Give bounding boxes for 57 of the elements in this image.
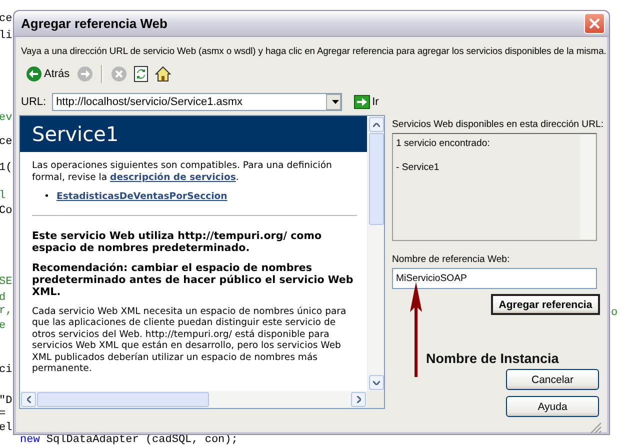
note-paragraph: Cada servicio Web XML necesita un espacio de nombres único para que las aplicaciones de cliente puedan distinguir este servicio de otros servicios del Web. http://tempuri.org/ está disponible para servicios Web XML que están en desarrollo, pero los servicios Web XML publicados deberían utilizar un espacio de nombres más permanente.	[32, 306, 348, 374]
dialog-button[interactable]: Cancelar	[506, 369, 599, 390]
arrow-left-icon	[26, 66, 42, 82]
refresh-icon	[134, 66, 148, 82]
service-list-item: 1 servicio encontrado:	[396, 138, 491, 150]
code-fragment: d	[0, 292, 6, 304]
note-paragraph: Recomendación: cambiar el espacio de nombres predeterminado antes de hacer público el servicio Web XML.	[32, 262, 354, 298]
services-label: Servicios Web disponibles en esta dirección URL:	[392, 119, 602, 130]
code-fragment: 1(	[0, 162, 12, 174]
add-reference-button[interactable]: Agregar referencia	[491, 294, 600, 315]
home-icon	[154, 66, 171, 82]
code-fragment: li	[0, 30, 12, 42]
service-heading: Service1	[20, 116, 367, 152]
refresh-button[interactable]	[132, 65, 149, 83]
code-fragment: o	[611, 307, 618, 319]
url-label: URL:	[21, 96, 46, 108]
dialog-button[interactable]: Ayuda	[506, 396, 599, 417]
chevron-right-icon	[356, 396, 360, 403]
chevron-left-icon	[26, 396, 30, 403]
code-fragment: ci	[0, 364, 12, 376]
stop-icon	[110, 66, 127, 82]
close-icon	[589, 18, 600, 29]
horizontal-scrollbar[interactable]	[20, 391, 367, 408]
arrow-right-icon	[354, 95, 370, 109]
home-button[interactable]	[154, 65, 172, 83]
code-fragment: ev	[0, 112, 12, 124]
reference-name-label: Nombre de referencia Web:	[392, 254, 511, 265]
back-button[interactable]: Atrás	[25, 65, 71, 83]
note-paragraph: Este servicio Web utiliza http://tempuri.org/ como espacio de nombres predeterminado.	[32, 230, 323, 254]
code-fragment: l	[0, 190, 6, 202]
code-fragment: r,	[0, 305, 12, 317]
dropdown-arrow-icon	[332, 100, 339, 104]
code-fragment: e	[0, 320, 6, 332]
bullet-marker: •	[44, 191, 50, 202]
service-list-item: - Service1	[396, 162, 440, 174]
go-button[interactable]: Ir	[354, 95, 379, 109]
annotation-text: Nombre de Instancia	[426, 351, 559, 366]
code-fragment: ce	[0, 13, 12, 25]
chevron-down-icon	[373, 380, 380, 384]
service-description-link[interactable]: descripción de servicios	[110, 172, 236, 182]
services-listbox[interactable]: 1 servicio encontrado: - Service1	[392, 133, 597, 241]
reference-name-field[interactable]: MiServicioSOAP	[392, 268, 597, 289]
window-title: Agregar referencia Web	[21, 16, 168, 31]
resize-grip-icon[interactable]	[590, 422, 602, 434]
code-text: SqlDataAdapter (cadSQL, con);	[46, 434, 238, 445]
operation-link[interactable]: EstadisticasDeVentasPorSeccion	[56, 191, 228, 202]
intro-paragraph: Las operaciones siguientes son compatibles. Para una definición formal, revise la descripción de servicios.	[32, 160, 333, 183]
scrollbar-corner	[367, 391, 384, 408]
code-fragment: el	[0, 422, 12, 434]
vertical-scrollbar[interactable]	[367, 116, 384, 391]
code-fragment: ce	[0, 136, 12, 148]
url-combobox[interactable]: http://localhost/servicio/Service1.asmx	[52, 93, 342, 111]
code-keyword: new	[20, 434, 40, 445]
close-button[interactable]	[584, 13, 605, 34]
code-fragment: "D	[0, 395, 12, 407]
chevron-up-icon	[373, 122, 380, 126]
arrow-right-icon	[76, 66, 93, 82]
